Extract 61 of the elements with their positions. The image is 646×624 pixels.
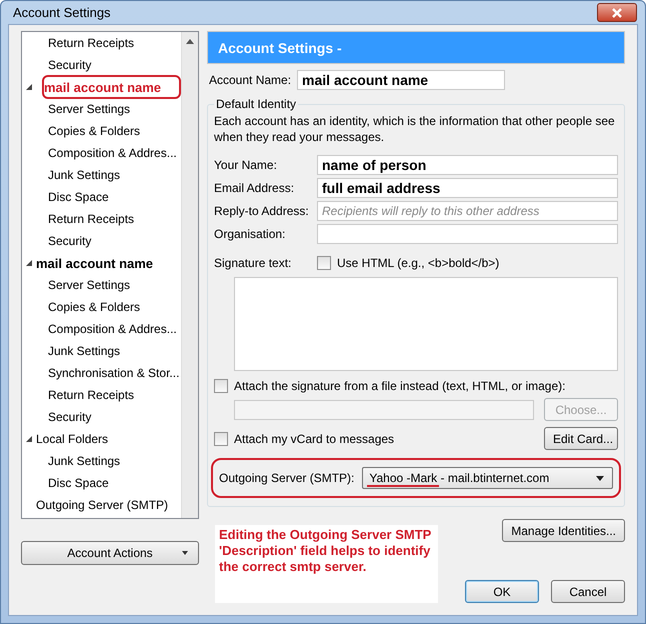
tree-item[interactable]: Junk Settings <box>24 340 181 362</box>
checkbox[interactable] <box>214 379 228 393</box>
tree-item[interactable]: Security <box>24 406 181 428</box>
scrollbar[interactable] <box>181 32 198 518</box>
scroll-up-icon[interactable] <box>186 38 194 44</box>
description-text: Each account has an identity, which is the information that other people see when they read your messages. <box>214 113 616 145</box>
field-label: Email Address: <box>214 180 296 194</box>
tree-item[interactable]: Return Receipts <box>24 208 181 230</box>
field-label: Account Name: <box>209 73 292 87</box>
checkbox-label[interactable]: Attach my vCard to messages <box>234 432 394 446</box>
close-icon <box>611 8 623 18</box>
close-button[interactable] <box>597 3 637 22</box>
input-field[interactable]: name of person <box>317 154 618 174</box>
expand-icon[interactable] <box>24 434 34 444</box>
input-field[interactable] <box>317 224 618 244</box>
edit-card-button[interactable]: Edit Card... <box>544 427 618 450</box>
folder-tree-item[interactable]: Local Folders <box>36 432 108 446</box>
dialog-button[interactable]: OK <box>465 580 539 603</box>
tree-item[interactable]: Composition & Addres... <box>24 142 181 164</box>
tree-item[interactable]: Disc Space <box>24 186 181 208</box>
tree-item[interactable]: Copies & Folders <box>24 120 181 142</box>
input-field[interactable]: full email address <box>317 178 618 198</box>
input-field[interactable]: mail account name <box>297 70 506 90</box>
tree-item[interactable]: Return Receipts <box>24 384 181 406</box>
field-label: Outgoing Server (SMTP): <box>219 471 354 485</box>
dialog-button[interactable]: Cancel <box>551 580 625 603</box>
tree-item[interactable]: Disc Space <box>24 472 181 494</box>
tree-item[interactable]: Return Receipts <box>24 32 181 54</box>
tree-item[interactable]: Copies & Folders <box>24 296 181 318</box>
account-tree-item[interactable]: mail account name <box>36 256 154 270</box>
window-title: Account Settings <box>13 5 111 20</box>
signature-text-area[interactable] <box>234 277 618 371</box>
field-label: Organisation: <box>214 226 286 240</box>
tree-item[interactable]: Server Settings <box>24 274 181 296</box>
file-path-field[interactable] <box>234 400 534 420</box>
field-label: Your Name: <box>214 158 278 172</box>
tree-item[interactable]: Security <box>24 230 181 252</box>
field-label: Signature text: <box>214 256 292 270</box>
panel-header: Account Settings - <box>207 31 625 64</box>
checkbox-label[interactable]: Attach the signature from a file instead (text, HTML, or image): <box>234 379 566 393</box>
account-actions-button[interactable]: Account Actions <box>21 541 199 565</box>
checkbox[interactable] <box>317 256 331 270</box>
checkbox-label[interactable]: Use HTML (e.g., <b>bold</b>) <box>337 256 500 270</box>
tree-item[interactable]: Synchronisation & Stor... <box>24 362 181 384</box>
group-title: Default Identity <box>214 97 298 111</box>
tree-item[interactable]: Security <box>24 54 181 76</box>
tree-item[interactable]: Junk Settings <box>24 164 181 186</box>
manage-identities-button[interactable]: Manage Identities... <box>502 519 625 542</box>
tree-item[interactable]: Junk Settings <box>24 450 181 472</box>
field-label: Reply-to Address: <box>214 204 310 218</box>
caret-icon <box>596 476 604 481</box>
expand-icon[interactable] <box>24 258 34 268</box>
annotation-note: Editing the Outgoing Server SMTP 'Description' field helps to identify the correct smtp server. <box>215 525 438 603</box>
tree-item[interactable]: Outgoing Server (SMTP) <box>24 494 181 516</box>
caret-icon <box>182 551 188 555</box>
account-tree-item[interactable]: mail account name <box>42 75 181 99</box>
smtp-dropdown[interactable]: Yahoo -Mark - mail.btinternet.com <box>362 467 613 489</box>
checkbox[interactable] <box>214 432 228 446</box>
tree-item[interactable]: Composition & Addres... <box>24 318 181 340</box>
expand-icon[interactable] <box>24 82 34 92</box>
tree-item[interactable]: Server Settings <box>24 98 181 120</box>
